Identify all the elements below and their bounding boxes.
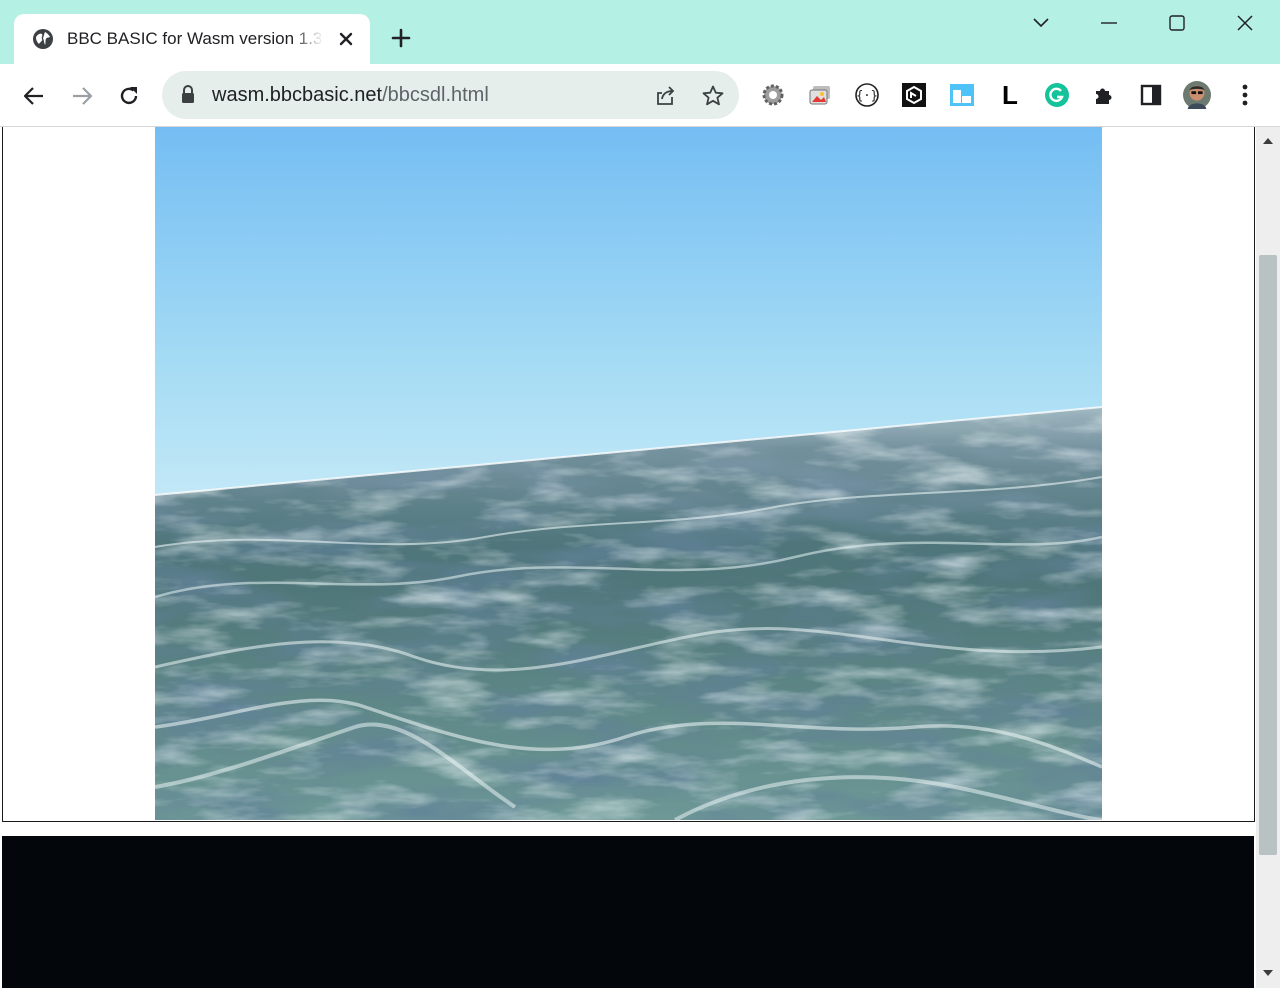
window-extension-icon[interactable] [948, 81, 976, 109]
side-panel-icon[interactable] [1137, 81, 1165, 109]
globe-icon [32, 28, 54, 50]
forward-icon[interactable] [67, 81, 97, 111]
code-braces-extension-icon[interactable]: {·} [853, 81, 881, 109]
page-viewport [0, 127, 1256, 988]
tab-search-chevron-icon[interactable] [1026, 8, 1056, 38]
minimize-icon[interactable] [1094, 8, 1124, 38]
lock-icon[interactable] [180, 85, 196, 105]
ocean-wave-render[interactable] [155, 127, 1102, 820]
back-icon[interactable] [19, 81, 49, 111]
url-text[interactable]: wasm.bbcbasic.net/bbcsdl.html [212, 83, 489, 107]
url-path: /bbcsdl.html [382, 84, 489, 106]
profile-avatar[interactable] [1183, 81, 1211, 109]
new-tab-plus-icon[interactable] [388, 25, 414, 51]
svg-text:{·}: {·} [856, 89, 878, 103]
image-extension-icon[interactable] [806, 81, 834, 109]
l-extension-icon[interactable]: L [996, 79, 1024, 110]
grammarly-extension-icon[interactable] [1043, 81, 1071, 109]
scroll-thumb[interactable] [1259, 255, 1277, 855]
scroll-down-arrow-icon[interactable] [1260, 965, 1276, 981]
tab-title: BBC BASIC for Wasm version 1.3 [67, 29, 323, 48]
share-icon[interactable] [652, 83, 678, 109]
maximize-icon[interactable] [1162, 8, 1192, 38]
tab-strip: BBC BASIC for Wasm version 1.3 [0, 0, 1280, 64]
hexagon-extension-icon[interactable] [900, 81, 928, 109]
l-extension-letter: L [1002, 79, 1018, 110]
page-scrollbar[interactable] [1256, 127, 1280, 988]
bbc-basic-screen [2, 127, 1255, 822]
bookmark-star-icon[interactable] [700, 83, 726, 109]
address-bar[interactable]: wasm.bbcbasic.net/bbcsdl.html [162, 71, 739, 119]
window-close-icon[interactable] [1230, 8, 1260, 38]
puzzle-extensions-icon[interactable] [1090, 81, 1118, 109]
output-console[interactable] [2, 836, 1254, 988]
url-host: wasm.bbcbasic.net [212, 84, 383, 106]
reload-icon[interactable] [114, 81, 144, 111]
scroll-up-arrow-icon[interactable] [1260, 133, 1276, 149]
close-icon[interactable] [334, 27, 358, 51]
menu-kebab-icon[interactable] [1231, 81, 1259, 109]
tab-bbc-basic[interactable]: BBC BASIC for Wasm version 1.3 [14, 14, 370, 64]
gear-extension-icon[interactable] [759, 81, 787, 109]
browser-toolbar: wasm.bbcbasic.net/bbcsdl.html {·} L [0, 64, 1280, 127]
